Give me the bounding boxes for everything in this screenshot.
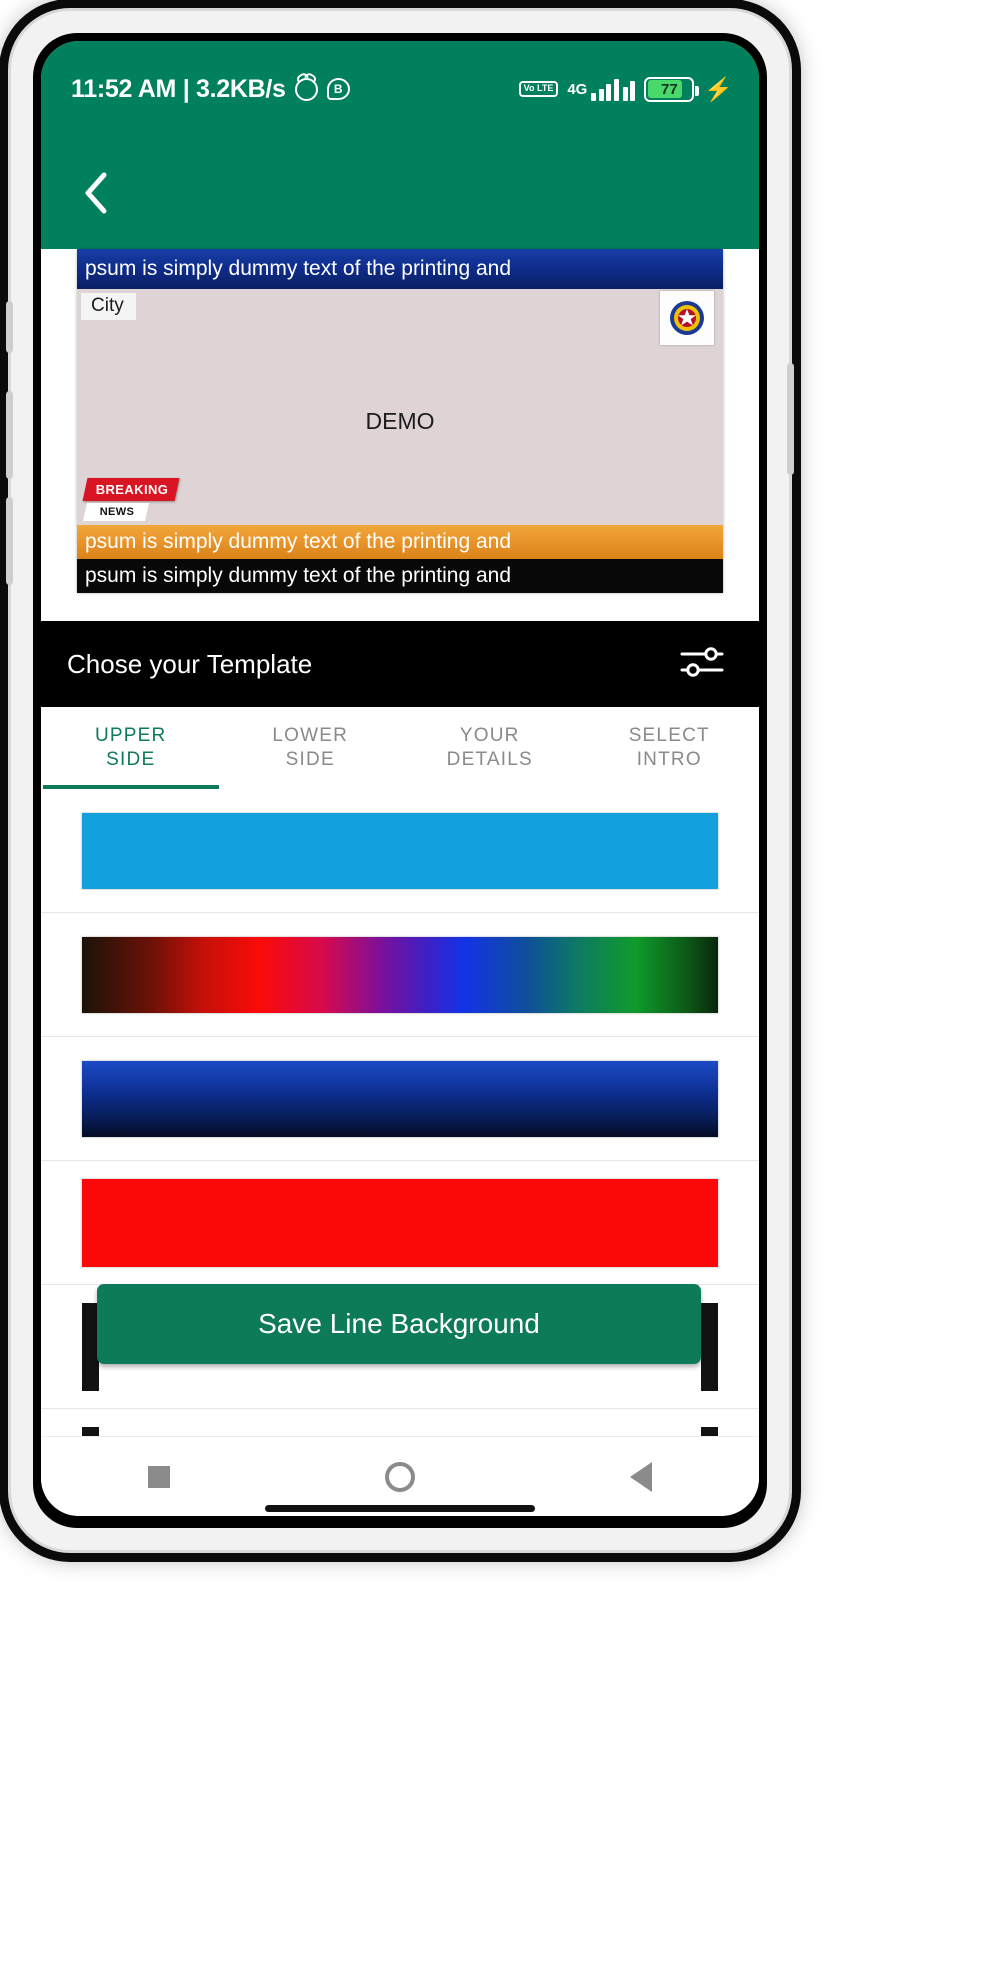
swatch-row[interactable] [41,913,759,1037]
battery-icon: 77 [644,76,700,102]
status-bar-left: 11:52 AM | 3.2KB/s B [71,75,350,104]
device-bezel: 11:52 AM | 3.2KB/s B Vo LTE 4G 77 ⚡ psum… [33,33,767,1528]
back-button[interactable] [69,166,123,220]
swatch-navy-blue-gradient[interactable] [82,1060,718,1137]
signal-strength-icon [591,77,636,101]
recents-button[interactable] [148,1465,171,1488]
mute-switch[interactable] [6,301,13,353]
home-button[interactable] [384,1461,415,1492]
gesture-bar [265,1505,535,1512]
phone-device-frame: 11:52 AM | 3.2KB/s B Vo LTE 4G 77 ⚡ psum… [6,8,794,1553]
bubble-b-icon: B [326,78,350,100]
tab-your-details-line1: YOUR [459,725,520,746]
app-bar [41,137,759,249]
tab-lower-side-line1: LOWER [272,725,349,746]
circle-home-icon [384,1461,415,1492]
swatch-row[interactable] [41,789,759,913]
swatch-solid-red[interactable] [82,1178,718,1267]
tab-upper-side-line2: SIDE [106,749,156,770]
network-type-label: 4G [567,80,588,98]
tab-select-intro-line2: INTRO [636,749,702,770]
ticker-orange: psum is simply dummy text of the printin… [77,525,723,559]
swatch-row[interactable] [41,1409,759,1436]
swatch-solid-sky-blue[interactable] [82,812,718,889]
phone-screen: 11:52 AM | 3.2KB/s B Vo LTE 4G 77 ⚡ psum… [41,41,759,1516]
swatch-bar-right [701,1426,718,1436]
signal-bars-sim2 [622,77,636,101]
preview-area: psum is simply dummy text of the printin… [41,249,759,621]
tab-select-intro[interactable]: SELECT INTRO [580,707,760,789]
swatch-row[interactable] [41,1037,759,1161]
swatch-row[interactable] [41,1161,759,1285]
signal-bars-sim1 [591,77,619,101]
volume-down-button[interactable] [6,497,13,585]
template-tabs: UPPER SIDE LOWER SIDE YOUR DETAILS SELEC… [41,707,759,789]
power-button[interactable] [787,363,794,475]
square-recents-icon [148,1465,171,1488]
tab-your-details-line2: DETAILS [446,749,533,770]
volte-line-2: LTE [537,83,554,94]
news-preview-card[interactable]: psum is simply dummy text of the printin… [77,249,723,593]
status-bar-right: Vo LTE 4G 77 ⚡ [518,75,733,102]
swatch-white-with-black-side-bars-2[interactable] [82,1426,718,1436]
swatch-bar-left [82,1426,99,1436]
battery-percent-label: 77 [661,80,678,98]
swatch-bar-right [701,1302,718,1391]
breaking-news-badge: BREAKING NEWS [82,478,181,521]
status-bar: 11:52 AM | 3.2KB/s B Vo LTE 4G 77 ⚡ [41,41,759,137]
chevron-left-icon [85,172,107,214]
tab-upper-side-line1: UPPER [95,725,167,746]
charging-bolt-icon: ⚡ [704,75,733,102]
tab-select-intro-line1: SELECT [628,725,710,746]
android-navigation-bar [41,1436,759,1516]
triangle-back-icon [629,1461,652,1492]
alarm-clock-icon [294,77,318,101]
save-line-background-button[interactable]: Save Line Background [97,1284,701,1364]
sliders-settings-icon[interactable] [679,645,725,684]
template-header-bar: Chose your Template [41,621,759,707]
ticker-black: psum is simply dummy text of the printin… [77,559,723,593]
volume-up-button[interactable] [6,391,13,479]
volte-line-1: Vo [523,83,535,94]
back-nav-button[interactable] [629,1461,652,1492]
swatch-rainbow-spectrum[interactable] [82,936,718,1013]
tab-lower-side[interactable]: LOWER SIDE [221,707,401,789]
status-clock: 11:52 AM | 3.2KB/s [71,74,286,103]
template-title: Chose your Template [67,648,313,679]
volte-icon: Vo LTE [518,81,559,97]
tab-your-details[interactable]: YOUR DETAILS [400,707,580,789]
tab-upper-side[interactable]: UPPER SIDE [41,707,221,789]
breaking-label: BREAKING [82,478,180,501]
tab-lower-side-line2: SIDE [285,749,335,770]
news-label: NEWS [83,503,149,521]
